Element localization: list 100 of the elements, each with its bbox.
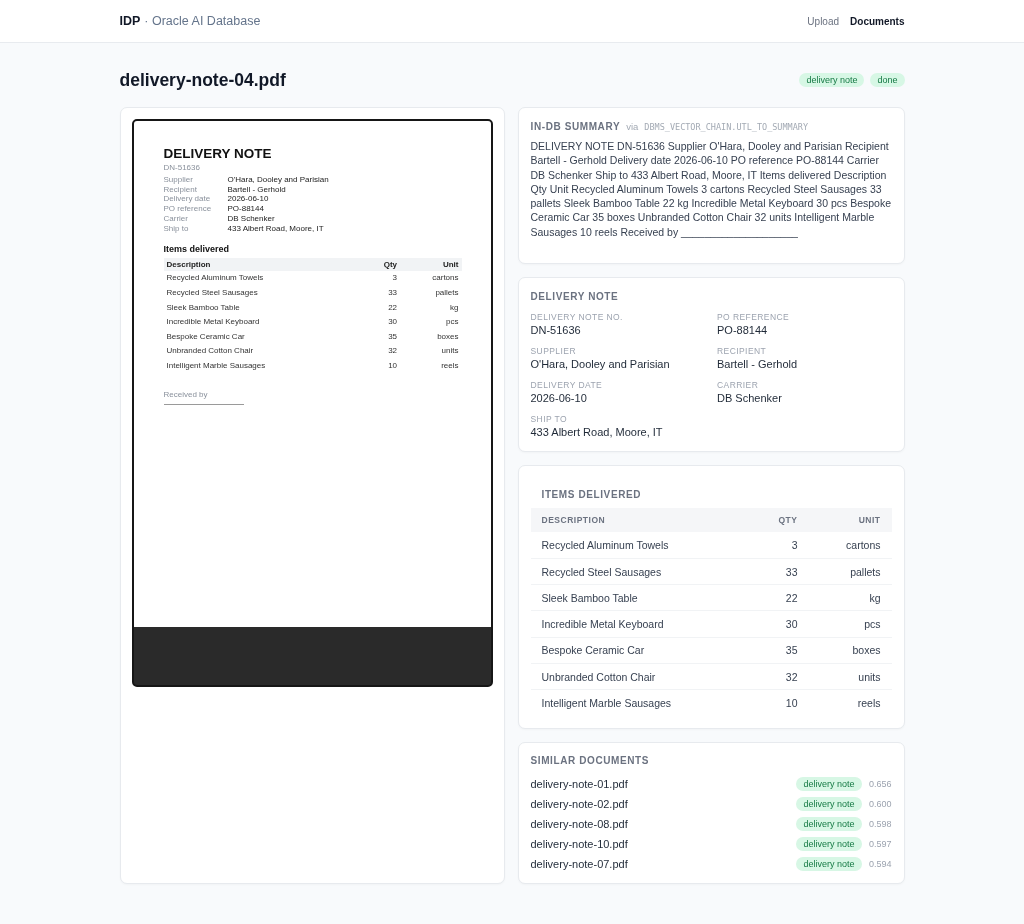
document-number: DN-51636 xyxy=(163,162,201,173)
field-value: DN-51636 xyxy=(530,324,582,338)
via-label: via xyxy=(626,121,639,132)
table-cell: Unbranded Cotton Chair xyxy=(530,663,704,690)
type-badge: delivery note xyxy=(796,777,862,792)
field-label: Delivery date xyxy=(163,194,212,205)
table-cell-text: 35 xyxy=(387,330,399,343)
source-function: DBMS_VECTOR_CHAIN.UTL_TO_SUMMARY xyxy=(644,122,809,132)
table-cell-text: 33 xyxy=(387,287,399,299)
field-label: CARRIER xyxy=(717,380,760,391)
brand-name: IDP xyxy=(119,14,141,28)
table-cell: Recycled Steel Sausages xyxy=(530,558,704,585)
document-link[interactable]: delivery-note-01.pdf xyxy=(530,778,628,791)
status-badge: done xyxy=(870,73,905,87)
field-value: 433 Albert Road, Moore, IT xyxy=(530,426,664,440)
field-value: PO-88144 xyxy=(717,324,769,338)
field-label: PO REFERENCE xyxy=(717,312,791,323)
field-value: 2026-06-10 xyxy=(530,392,588,406)
table-cell: Incredible Metal Keyboard xyxy=(530,610,704,638)
table-cell: units xyxy=(808,663,892,690)
type-badge: delivery note xyxy=(796,817,862,832)
table-cell: 3 xyxy=(703,532,809,559)
field-value: 433 Albert Road, Moore, IT xyxy=(227,223,325,234)
table-cell: cartons xyxy=(400,270,462,286)
table-cell: Recycled Aluminum Towels xyxy=(163,270,364,286)
table-cell: pcs xyxy=(808,610,892,638)
column-header: Description xyxy=(163,257,364,271)
table-cell-text: 10 xyxy=(387,360,399,372)
type-badge: delivery note xyxy=(796,797,862,812)
column-header: UNIT xyxy=(808,508,892,533)
table-cell-text: reels xyxy=(440,360,460,372)
table-cell: Recycled Aluminum Towels xyxy=(530,532,704,559)
table-cell: Sleek Bamboo Table xyxy=(530,584,704,611)
table-cell-text: pallets xyxy=(434,287,460,299)
table-cell: 10 xyxy=(703,689,809,717)
card-title: DELIVERY NOTE xyxy=(530,291,620,304)
table-cell-text: units xyxy=(440,345,460,358)
document-link[interactable]: delivery-note-07.pdf xyxy=(530,858,628,871)
table-cell-text: Incredible Metal Keyboard xyxy=(165,316,261,329)
table-cell: kg xyxy=(808,584,892,611)
field-value: O'Hara, Dooley and Parisian xyxy=(227,174,330,185)
table-cell: 30 xyxy=(703,610,809,638)
table-cell: 35 xyxy=(703,637,809,664)
field-value: 2026-06-10 xyxy=(227,194,270,205)
field-label: DELIVERY NOTE NO. xyxy=(530,312,624,323)
field-value: O'Hara, Dooley and Parisian xyxy=(530,358,671,372)
table-cell: 22 xyxy=(703,584,809,611)
table-cell-text: kg xyxy=(449,301,460,314)
similarity-score: 0.598 xyxy=(867,819,892,830)
table-cell-text: boxes xyxy=(436,330,460,343)
field-label: Supplier xyxy=(163,174,194,185)
field-label: SUPPLIER xyxy=(530,346,577,357)
nav-link[interactable]: Documents xyxy=(850,15,905,27)
summary-text: DELIVERY NOTE DN-51636 Supplier O'Hara, Dooley and Parisian Recipient Bartell - Gerhold Delivery date 2026-06-10 PO reference PO-88144 Carrier DB Schenker Ship to 433 Albert Road, Moore, IT Items delivered Description Qty Unit Recycled Aluminum Towels 3 cartons Recycled Steel Sausages 33 pallets Sleek Bamboo Table 22 kg Incredible Metal Keyboard 30 pcs Bespoke Ceramic Car 35 boxes Unbranded Cotton Chair 32 units Intelligent Marble Sausages 10 reels Received by ____________________ xyxy=(530,139,892,240)
column-header: DESCRIPTION xyxy=(530,508,704,533)
nav-link[interactable]: Upload xyxy=(807,15,840,27)
table-cell-text: Sleek Bamboo Table xyxy=(165,301,241,314)
document-link[interactable]: delivery-note-10.pdf xyxy=(530,838,628,851)
type-badge: delivery note xyxy=(796,837,862,852)
column-header: Qty xyxy=(363,257,401,271)
type-badge: delivery note xyxy=(796,857,862,872)
card-title: SIMILAR DOCUMENTS xyxy=(530,755,651,768)
document-link[interactable]: delivery-note-02.pdf xyxy=(530,798,628,811)
field-label: Carrier xyxy=(163,214,189,224)
table-cell: cartons xyxy=(808,532,892,559)
field-label: DELIVERY DATE xyxy=(530,380,604,391)
table-cell: Bespoke Ceramic Car xyxy=(530,637,704,664)
table-cell-text: 30 xyxy=(387,316,399,329)
similarity-score: 0.594 xyxy=(867,859,892,870)
field-label: PO reference xyxy=(163,204,213,215)
status-badge: delivery note xyxy=(799,73,865,87)
document-link[interactable]: delivery-note-08.pdf xyxy=(530,818,628,831)
field-label: Recipient xyxy=(163,184,198,195)
table-cell-text: Unbranded Cotton Chair xyxy=(165,345,255,358)
document-heading: DELIVERY NOTE xyxy=(163,147,273,162)
document-title: delivery-note-04.pdf xyxy=(119,69,286,91)
field-label: Ship to xyxy=(163,223,190,234)
table-cell: 32 xyxy=(703,663,809,690)
table-cell: 33 xyxy=(703,558,809,585)
table-cell-text: 32 xyxy=(387,345,399,358)
field-label: SHIP TO xyxy=(530,414,569,425)
table-cell: pallets xyxy=(808,558,892,585)
column-header: QTY xyxy=(703,508,809,533)
table-cell: 3 xyxy=(363,270,401,286)
table-cell: boxes xyxy=(808,637,892,664)
field-label: RECIPIENT xyxy=(717,346,768,357)
field-value: Bartell - Gerhold xyxy=(717,358,799,372)
field-value: PO-88144 xyxy=(227,204,265,215)
similarity-score: 0.597 xyxy=(867,839,892,850)
table-cell-text: Intelligent Marble Sausages xyxy=(165,360,267,372)
similarity-score: 0.656 xyxy=(867,779,892,790)
table-cell-text: 22 xyxy=(387,301,399,314)
field-value: DB Schenker xyxy=(227,214,276,224)
table-cell-text: Recycled Steel Sausages xyxy=(165,287,259,299)
column-header: Unit xyxy=(400,257,462,271)
table-cell: Intelligent Marble Sausages xyxy=(530,689,704,717)
field-value: Bartell - Gerhold xyxy=(227,184,287,195)
card-title: IN-DB SUMMARY xyxy=(530,121,621,133)
table-cell-text: Bespoke Ceramic Car xyxy=(165,330,246,343)
table-cell-text: pcs xyxy=(445,316,460,329)
